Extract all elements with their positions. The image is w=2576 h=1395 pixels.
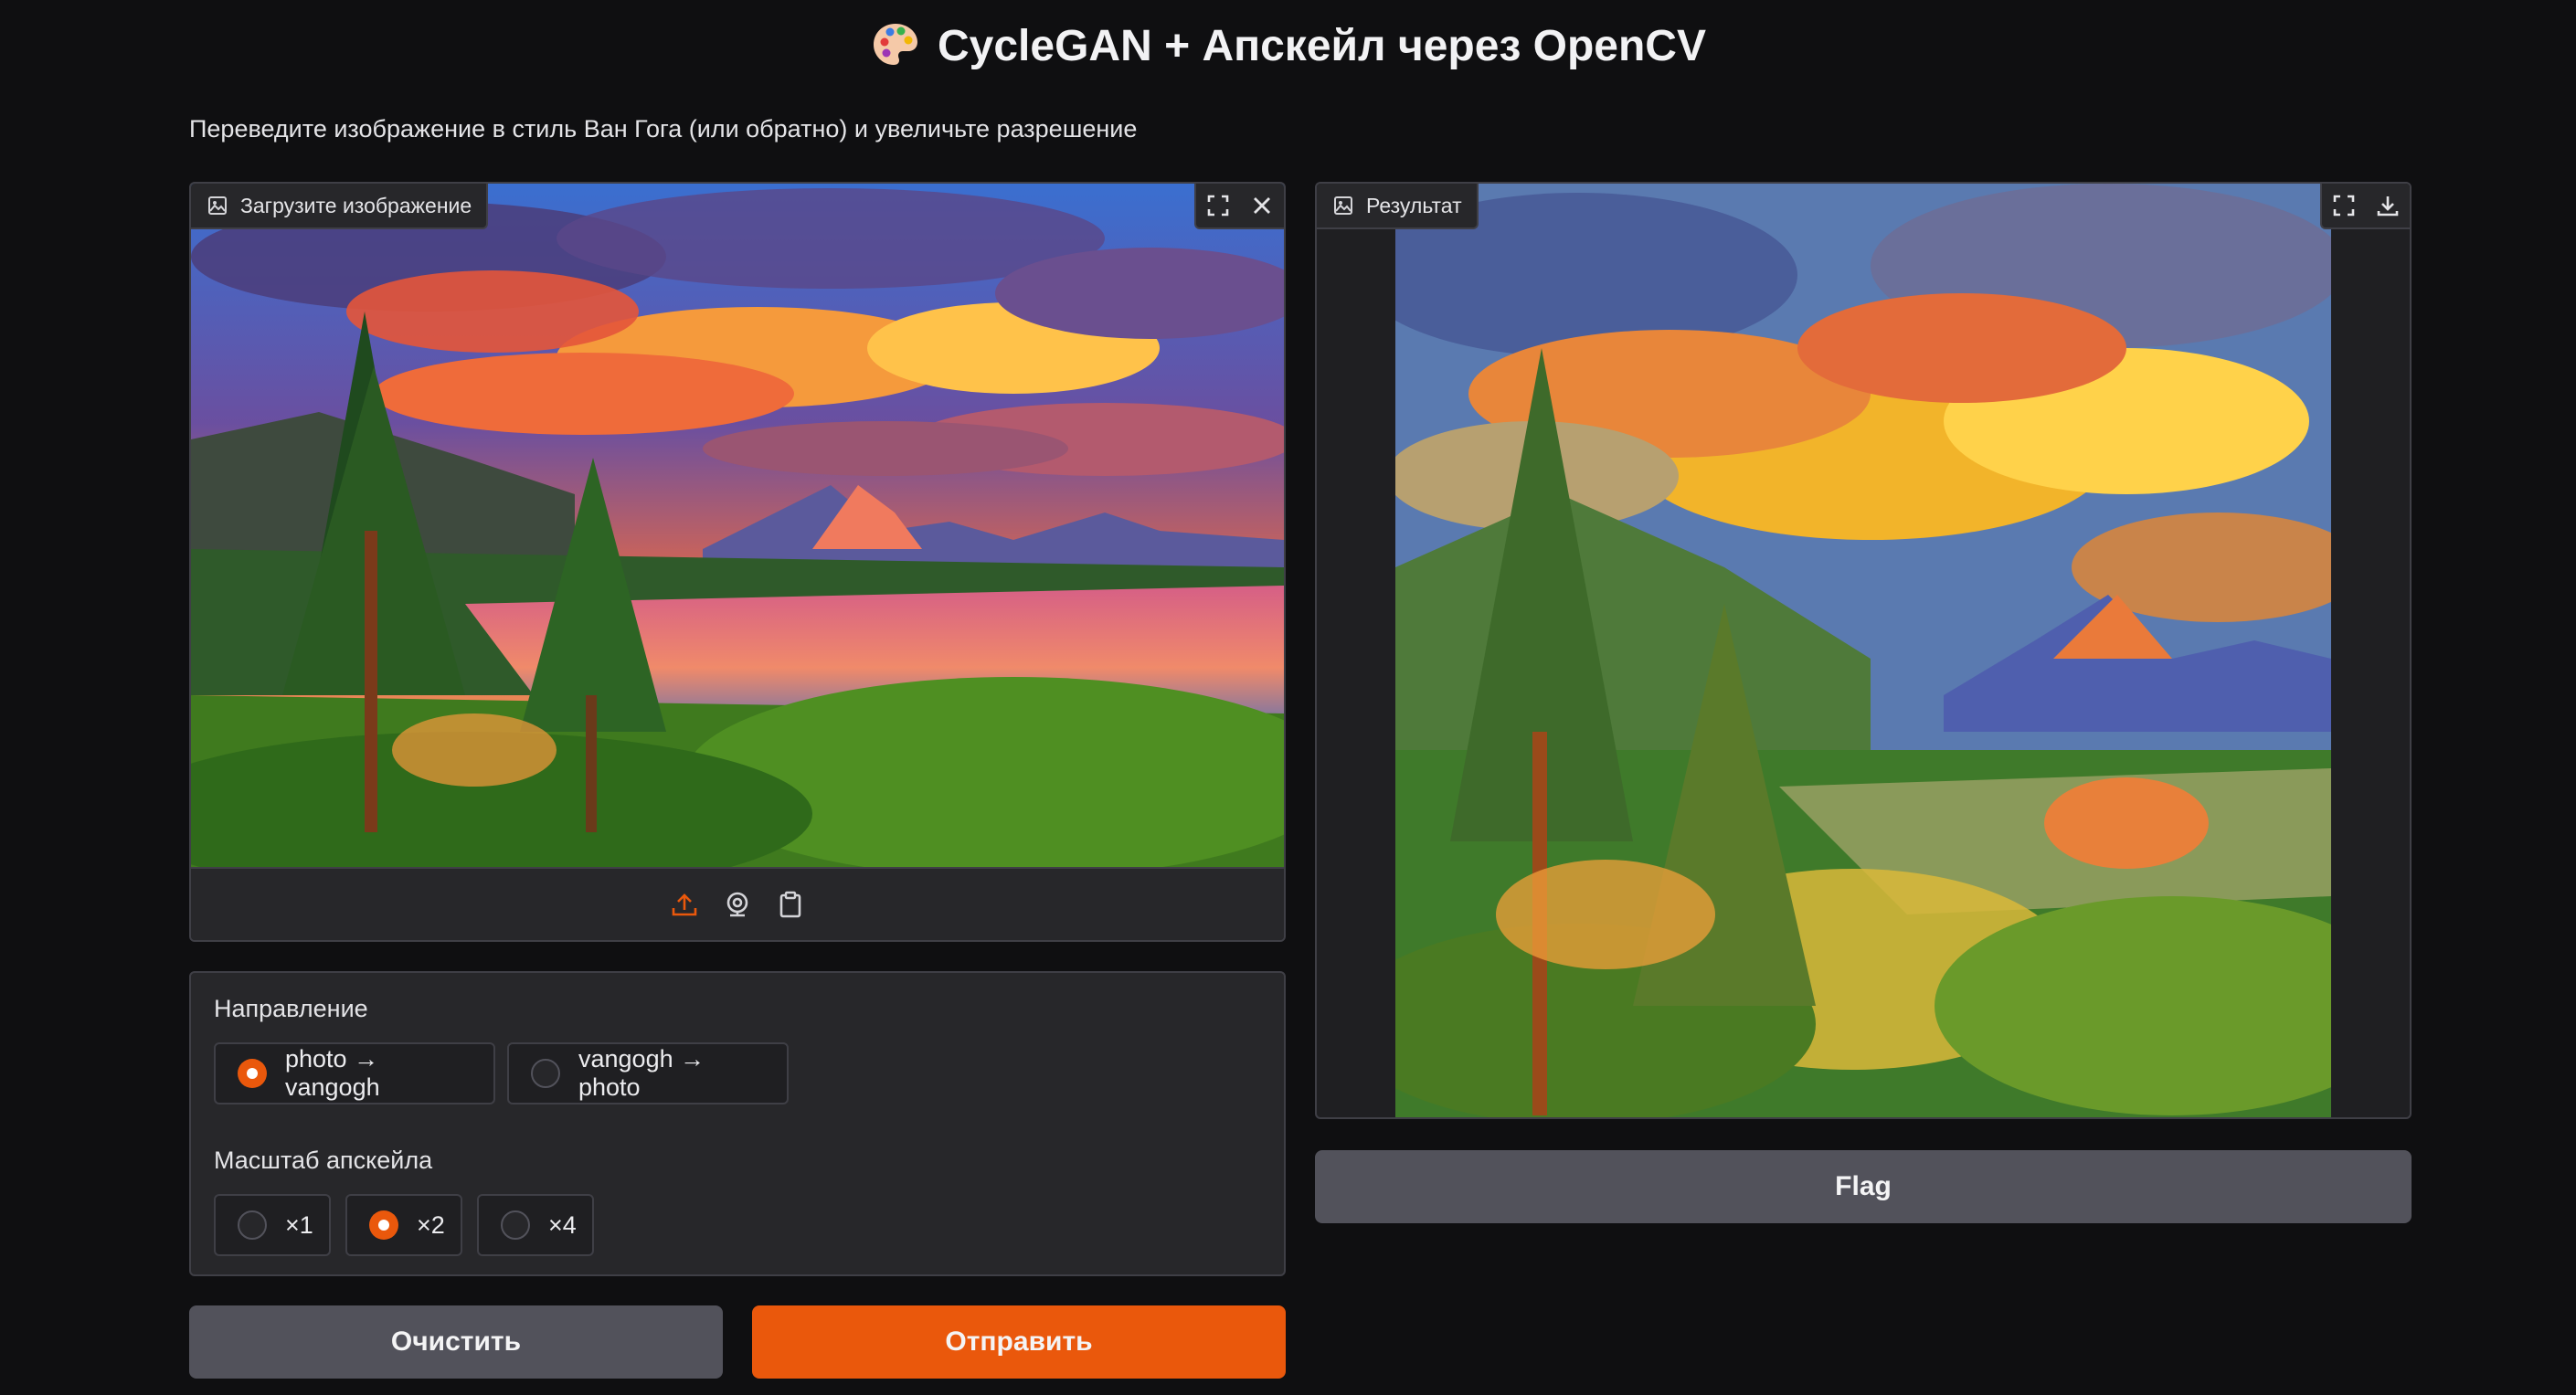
upscale-option-label: ×1: [285, 1210, 313, 1239]
upscale-option-label: ×2: [417, 1210, 445, 1239]
direction-option-photo-to-vangogh[interactable]: photo → vangogh: [214, 1042, 495, 1104]
output-vangogh-image: [1395, 184, 2331, 1117]
description: Переведите изображение в стиль Ван Гога …: [189, 115, 1138, 143]
clear-button[interactable]: Очистить: [189, 1305, 723, 1379]
input-image-actions: [1194, 184, 1284, 229]
webcam-icon[interactable]: [723, 890, 752, 919]
upscale-option-label: ×4: [548, 1210, 577, 1239]
page-title-text: CycleGAN + Апскейл через OpenCV: [938, 21, 1706, 70]
direction-title: Направление: [214, 995, 368, 1022]
clear-image-button[interactable]: [1240, 184, 1284, 227]
upscale-option-x1[interactable]: ×1: [214, 1194, 331, 1256]
direction-option-label: vangogh → photo: [578, 1045, 705, 1101]
output-image-panel: Результат: [1315, 182, 2412, 1119]
page-title: CycleGAN + Апскейл через OpenCV: [0, 20, 2576, 71]
upload-icon[interactable]: [670, 890, 699, 919]
input-image-label-text: Загрузите изображение: [240, 193, 472, 217]
flag-button[interactable]: Flag: [1315, 1150, 2412, 1223]
input-image-label: Загрузите изображение: [191, 184, 489, 229]
radio-selected-icon: [238, 1059, 267, 1088]
input-image-panel[interactable]: Загрузите изображение: [189, 182, 1286, 942]
radio-unselected-icon: [238, 1210, 267, 1240]
options-panel: Направление photo → vangogh vangogh → ph…: [189, 971, 1286, 1276]
radio-selected-icon: [369, 1210, 398, 1240]
clipboard-icon[interactable]: [776, 890, 805, 919]
direction-option-vangogh-to-photo[interactable]: vangogh → photo: [507, 1042, 789, 1104]
radio-unselected-icon: [531, 1059, 560, 1088]
fullscreen-icon: [2333, 195, 2355, 217]
fullscreen-icon: [1207, 195, 1229, 217]
image-source-toolbar: [191, 867, 1284, 940]
direction-option-label: photo → vangogh: [285, 1045, 380, 1101]
upscale-title: Масштаб апскейла: [214, 1147, 433, 1174]
palette-icon: [874, 24, 917, 65]
close-icon: [1254, 197, 1270, 214]
output-image-actions: [2320, 184, 2410, 229]
fullscreen-button[interactable]: [2322, 184, 2366, 227]
radio-unselected-icon: [501, 1210, 530, 1240]
upscale-option-x2[interactable]: ×2: [345, 1194, 462, 1256]
fullscreen-button[interactable]: [1196, 184, 1240, 227]
image-icon: [208, 196, 227, 215]
submit-button[interactable]: Отправить: [752, 1305, 1286, 1379]
output-image-label-text: Результат: [1366, 193, 1462, 217]
upscale-option-x4[interactable]: ×4: [477, 1194, 594, 1256]
download-icon: [2377, 196, 2399, 217]
input-landscape-image: [191, 184, 1284, 867]
image-icon: [1334, 196, 1352, 215]
download-button[interactable]: [2366, 184, 2410, 227]
output-image-label: Результат: [1317, 184, 1479, 229]
